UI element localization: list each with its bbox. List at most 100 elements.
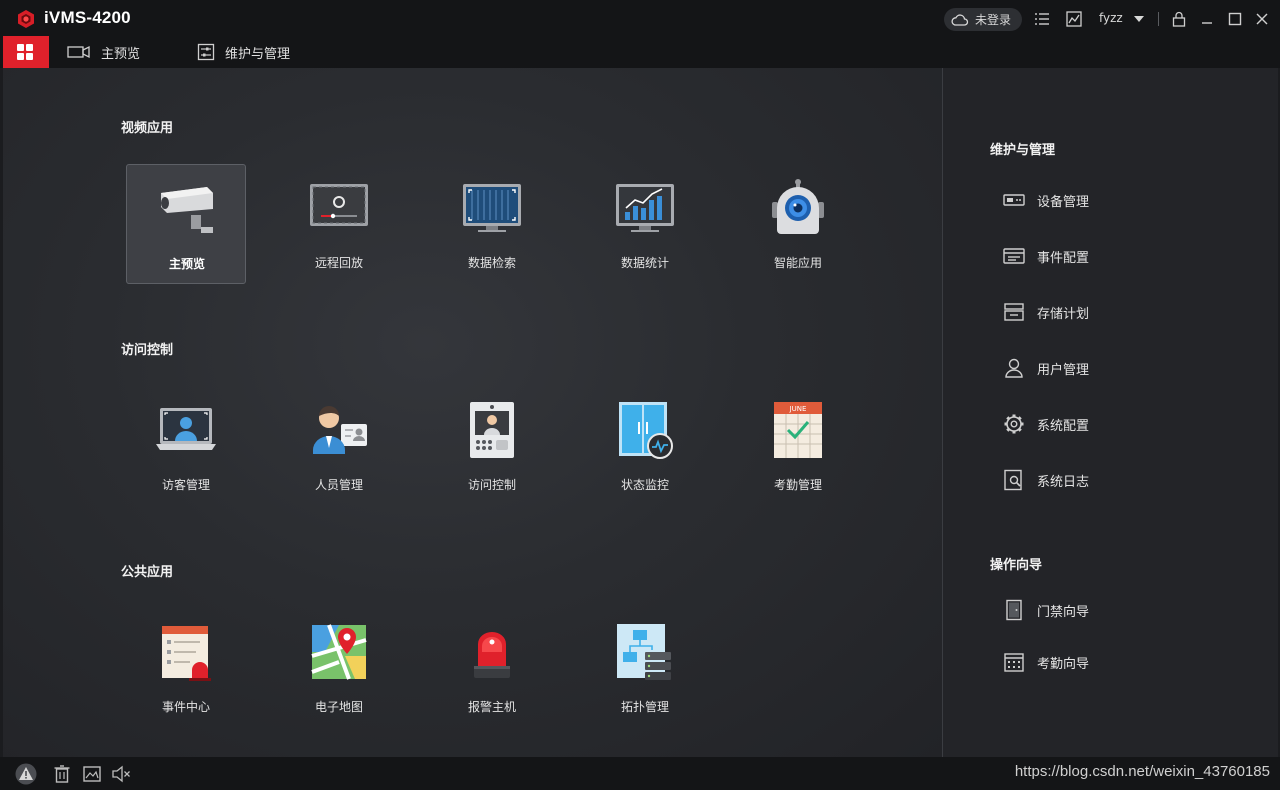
trash-icon[interactable] bbox=[51, 763, 73, 785]
camera-icon bbox=[161, 187, 213, 233]
tab-main-preview[interactable]: 主预览 bbox=[67, 36, 140, 68]
device-icon bbox=[1003, 194, 1025, 206]
login-button[interactable]: 未登录 bbox=[944, 8, 1022, 31]
playback-monitor-icon bbox=[310, 184, 368, 226]
app-tile-label: 报警主机 bbox=[467, 700, 516, 714]
app-tile-label: 智能应用 bbox=[773, 256, 822, 270]
event-config-icon bbox=[1003, 248, 1025, 264]
menu-item-door-guide[interactable]: 门禁向导 bbox=[1003, 598, 1203, 622]
menu-item-label: 用户管理 bbox=[1037, 362, 1090, 378]
guide-title: 操作向导 bbox=[990, 558, 1043, 573]
mute-icon[interactable] bbox=[110, 763, 132, 785]
app-logo-icon bbox=[18, 10, 34, 28]
task-list-icon[interactable] bbox=[1033, 10, 1051, 28]
menu-item-label: 设备管理 bbox=[1037, 194, 1090, 210]
watermark-url: https://blog.csdn.net/weixin_43760185 bbox=[1014, 763, 1270, 780]
calendar-month: JUNE bbox=[789, 405, 807, 413]
intercom-icon bbox=[470, 402, 514, 458]
lock-icon[interactable] bbox=[1170, 10, 1188, 28]
menu-item-attendance-guide[interactable]: 考勤向导 bbox=[1003, 650, 1203, 674]
app-tile-label: 主预览 bbox=[168, 257, 205, 271]
storage-icon bbox=[1004, 303, 1024, 321]
menu-item-user-management[interactable]: 用户管理 bbox=[1003, 356, 1203, 380]
user-name[interactable]: fyzz bbox=[1099, 11, 1123, 25]
menu-item-label: 门禁向导 bbox=[1037, 604, 1090, 620]
door-icon bbox=[1006, 599, 1022, 621]
app-tile-label: 考勤管理 bbox=[773, 478, 822, 492]
alarm-siren-icon bbox=[474, 632, 510, 678]
app-tile-visitor[interactable]: 访客管理 bbox=[126, 386, 246, 506]
smart-camera-icon bbox=[772, 179, 824, 234]
app-tile-attendance[interactable]: JUNE 考勤管理 bbox=[738, 386, 858, 506]
status-bar: https://blog.csdn.net/weixin_43760185 bbox=[0, 757, 1280, 790]
tab-maintenance[interactable]: 维护与管理 bbox=[197, 36, 290, 68]
login-label: 未登录 bbox=[975, 13, 1012, 27]
chart-icon[interactable] bbox=[1065, 10, 1083, 28]
section-title-access: 访问控制 bbox=[121, 343, 174, 358]
event-list-icon bbox=[162, 626, 211, 681]
app-tile-alarm-host[interactable]: 报警主机 bbox=[432, 608, 552, 728]
section-title-public: 公共应用 bbox=[121, 565, 174, 580]
stats-monitor-icon bbox=[616, 184, 674, 232]
app-tile-data-search[interactable]: 数据检索 bbox=[432, 164, 552, 284]
app-tile-smart-app[interactable]: 智能应用 bbox=[738, 164, 858, 284]
titlebar-divider bbox=[1158, 12, 1159, 26]
app-tile-remote-playback[interactable]: 远程回放 bbox=[279, 164, 399, 284]
title-bar: iVMS-4200 未登录 fyzz bbox=[0, 0, 1280, 36]
chevron-down-icon[interactable] bbox=[1134, 16, 1144, 22]
visitor-laptop-icon bbox=[156, 408, 216, 450]
menu-item-label: 系统日志 bbox=[1037, 474, 1090, 490]
menu-item-system-config[interactable]: 系统配置 bbox=[1003, 412, 1203, 436]
section-title-video: 视频应用 bbox=[121, 121, 174, 136]
attendance-icon bbox=[1004, 653, 1024, 672]
alert-triangle-icon[interactable] bbox=[15, 763, 37, 785]
app-tile-topology[interactable]: 拓扑管理 bbox=[585, 608, 705, 728]
close-icon[interactable] bbox=[1253, 10, 1271, 28]
image-icon[interactable] bbox=[81, 763, 103, 785]
app-tile-label: 状态监控 bbox=[620, 478, 669, 492]
menu-item-label: 事件配置 bbox=[1037, 250, 1090, 266]
user-icon bbox=[1005, 358, 1023, 378]
app-tile-label: 人员管理 bbox=[314, 478, 363, 492]
app-tile-label: 访客管理 bbox=[161, 478, 210, 492]
app-tile-status-monitor[interactable]: 状态监控 bbox=[585, 386, 705, 506]
app-tile-data-statistics[interactable]: 数据统计 bbox=[585, 164, 705, 284]
maintenance-panel: 维护与管理 设备管理 事件配置 存储计划 用户管理 系统配置 系统日志 操作向导… bbox=[943, 68, 1278, 757]
menu-item-label: 系统配置 bbox=[1037, 418, 1090, 434]
application-panel: 视频应用 主预览 远程回放 数据检索 数据统计 智能应用 访问控制 访客管理 人… bbox=[3, 68, 942, 757]
menu-item-device-management[interactable]: 设备管理 bbox=[1003, 188, 1203, 212]
minimize-icon[interactable] bbox=[1198, 10, 1216, 28]
app-tile-label: 数据检索 bbox=[467, 256, 516, 270]
app-tile-label: 访问控制 bbox=[467, 478, 516, 492]
tab-label: 主预览 bbox=[101, 46, 141, 62]
person-card-icon bbox=[313, 406, 367, 454]
app-tile-emap[interactable]: 电子地图 bbox=[279, 608, 399, 728]
menu-item-storage-schedule[interactable]: 存储计划 bbox=[1003, 300, 1203, 324]
log-icon bbox=[1004, 469, 1022, 491]
maximize-icon[interactable] bbox=[1226, 10, 1244, 28]
app-tile-main-preview[interactable]: 主预览 bbox=[126, 164, 246, 284]
gear-icon bbox=[1004, 414, 1024, 434]
map-pin-icon bbox=[311, 624, 367, 680]
app-tile-person[interactable]: 人员管理 bbox=[279, 386, 399, 506]
home-grid-button[interactable] bbox=[3, 36, 49, 68]
menu-item-label: 存储计划 bbox=[1037, 306, 1090, 322]
app-tile-access-control[interactable]: 访问控制 bbox=[432, 386, 552, 506]
door-monitor-icon bbox=[619, 402, 673, 459]
camera-icon bbox=[67, 45, 90, 59]
app-tile-label: 拓扑管理 bbox=[620, 700, 669, 714]
app-title: iVMS-4200 bbox=[44, 8, 131, 27]
cloud-icon bbox=[951, 13, 969, 26]
menu-item-system-log[interactable]: 系统日志 bbox=[1003, 468, 1203, 492]
nav-bar: 主预览 维护与管理 bbox=[0, 36, 1280, 68]
search-monitor-icon bbox=[463, 184, 521, 232]
app-tile-label: 数据统计 bbox=[620, 256, 669, 270]
app-tile-event-center[interactable]: 事件中心 bbox=[126, 608, 246, 728]
app-tile-label: 事件中心 bbox=[161, 700, 210, 714]
tab-label: 维护与管理 bbox=[225, 46, 291, 62]
menu-item-event-config[interactable]: 事件配置 bbox=[1003, 244, 1203, 268]
settings-panel-icon bbox=[197, 43, 215, 61]
calendar-icon: JUNE bbox=[774, 402, 822, 458]
menu-item-label: 考勤向导 bbox=[1037, 656, 1090, 672]
topology-icon bbox=[617, 624, 671, 680]
